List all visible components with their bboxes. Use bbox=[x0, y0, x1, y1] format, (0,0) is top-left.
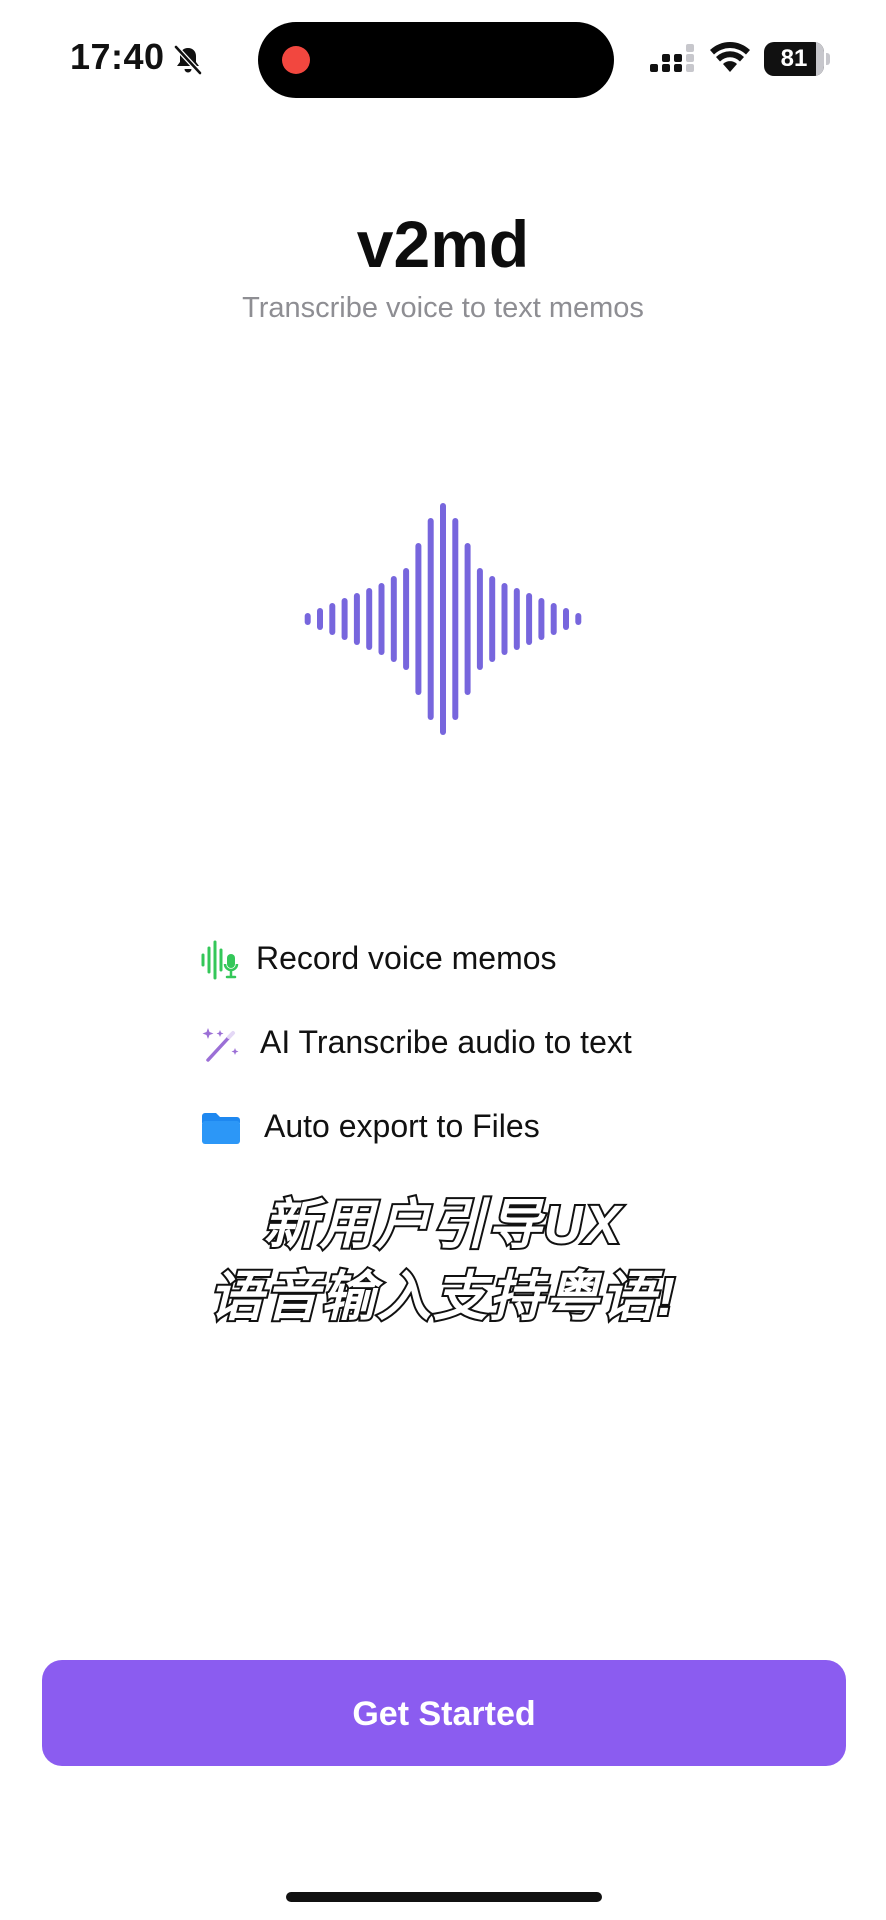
dynamic-island bbox=[258, 22, 614, 98]
feature-item-export: Auto export to Files bbox=[200, 1106, 760, 1150]
recording-indicator-icon bbox=[282, 46, 310, 74]
overlay-caption-line-1: 新用户引导UX bbox=[261, 1193, 623, 1257]
battery-percent: 81 bbox=[780, 45, 808, 72]
app-title: v2md bbox=[356, 207, 530, 281]
get-started-button[interactable]: Get Started bbox=[42, 1660, 846, 1766]
overlay-caption-line-2: 语音输入支持粤语! bbox=[207, 1265, 677, 1329]
battery-tip bbox=[826, 53, 830, 65]
app-subtitle: Transcribe voice to text memos bbox=[242, 292, 644, 324]
waveform-mic-icon bbox=[201, 940, 239, 980]
feature-item-transcribe: AI Transcribe audio to text bbox=[200, 1022, 760, 1066]
waveform-illustration-icon bbox=[304, 503, 582, 735]
home-indicator[interactable] bbox=[286, 1892, 602, 1902]
cellular-signal-icon bbox=[650, 44, 694, 72]
silent-bell-icon bbox=[173, 44, 203, 76]
feature-label: AI Transcribe audio to text bbox=[260, 1024, 632, 1060]
feature-label: Auto export to Files bbox=[264, 1108, 540, 1144]
battery-indicator: 81 bbox=[764, 42, 830, 76]
feature-label: Record voice memos bbox=[256, 940, 557, 976]
feature-item-record: Record voice memos bbox=[200, 938, 760, 982]
status-time: 17:40 bbox=[70, 36, 165, 77]
wifi-icon bbox=[710, 42, 750, 72]
battery-level: 81 bbox=[764, 42, 824, 76]
status-bar: 17:40 81 bbox=[0, 0, 886, 120]
magic-wand-icon bbox=[202, 1028, 239, 1062]
folder-icon bbox=[202, 1113, 240, 1144]
